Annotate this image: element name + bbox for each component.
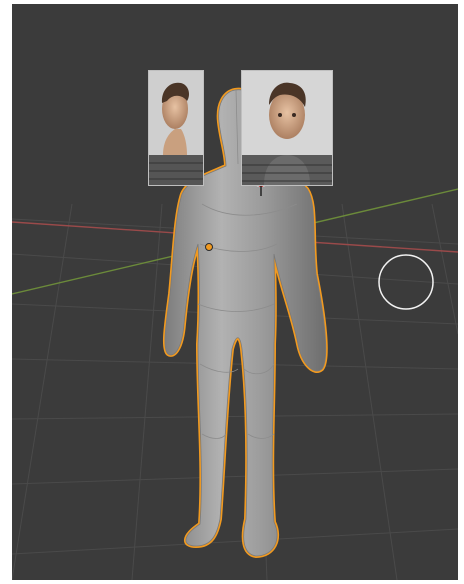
- 3d-viewport[interactable]: [12, 4, 458, 580]
- side-reference-image[interactable]: [148, 70, 204, 186]
- front-reference-image[interactable]: [241, 70, 333, 186]
- object-origin-dot[interactable]: [205, 243, 213, 251]
